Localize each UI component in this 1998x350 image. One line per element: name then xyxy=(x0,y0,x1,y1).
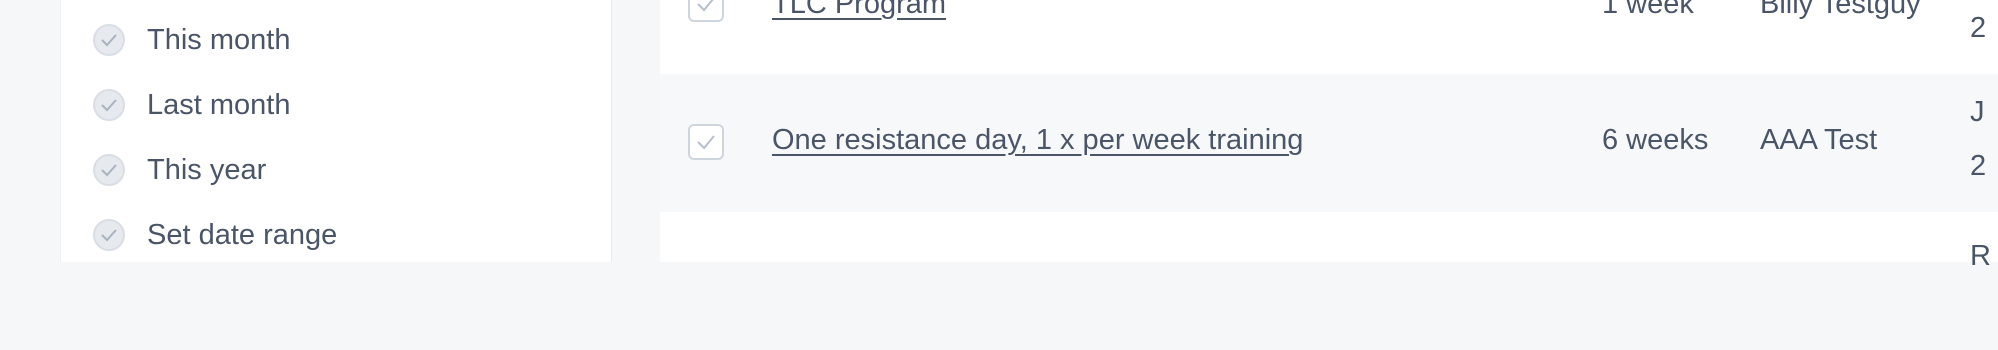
filter-label: Set date range xyxy=(147,218,338,251)
row-checkbox[interactable] xyxy=(688,124,724,160)
program-title-link[interactable]: One resistance day, 1 x per week trainin… xyxy=(772,124,1303,157)
check-icon xyxy=(93,89,125,121)
program-author: AAA Test xyxy=(1760,124,1878,156)
program-extra: J xyxy=(1970,96,1985,128)
date-filter-panel: This month Last month This year Set date… xyxy=(60,0,612,262)
check-icon xyxy=(93,219,125,251)
filter-label: Last month xyxy=(147,88,291,121)
program-author: Billy Testguy xyxy=(1760,0,1921,20)
filter-label: This year xyxy=(147,153,267,186)
program-extra: 2 xyxy=(1970,150,1987,182)
table-row: R xyxy=(660,212,1998,350)
program-title-link[interactable]: TLC Program xyxy=(772,0,946,21)
program-duration: 6 weeks xyxy=(1602,124,1709,156)
filter-label: This month xyxy=(147,23,291,56)
filter-this-year[interactable]: This year xyxy=(93,150,266,190)
check-icon xyxy=(93,154,125,186)
filter-set-date-range[interactable]: Set date range xyxy=(93,215,337,255)
program-duration: 1 week xyxy=(1602,0,1694,20)
programs-table: TLC Program 1 week Billy Testguy 2 One r… xyxy=(660,0,1998,272)
program-extra: R xyxy=(1970,240,1991,272)
filter-this-month[interactable]: This month xyxy=(93,20,290,60)
program-extra: 2 xyxy=(1970,12,1987,44)
table-row: TLC Program 1 week Billy Testguy 2 xyxy=(660,0,1998,74)
check-icon xyxy=(93,24,125,56)
filter-last-month[interactable]: Last month xyxy=(93,85,290,125)
row-checkbox[interactable] xyxy=(688,0,724,22)
table-row: One resistance day, 1 x per week trainin… xyxy=(660,74,1998,212)
